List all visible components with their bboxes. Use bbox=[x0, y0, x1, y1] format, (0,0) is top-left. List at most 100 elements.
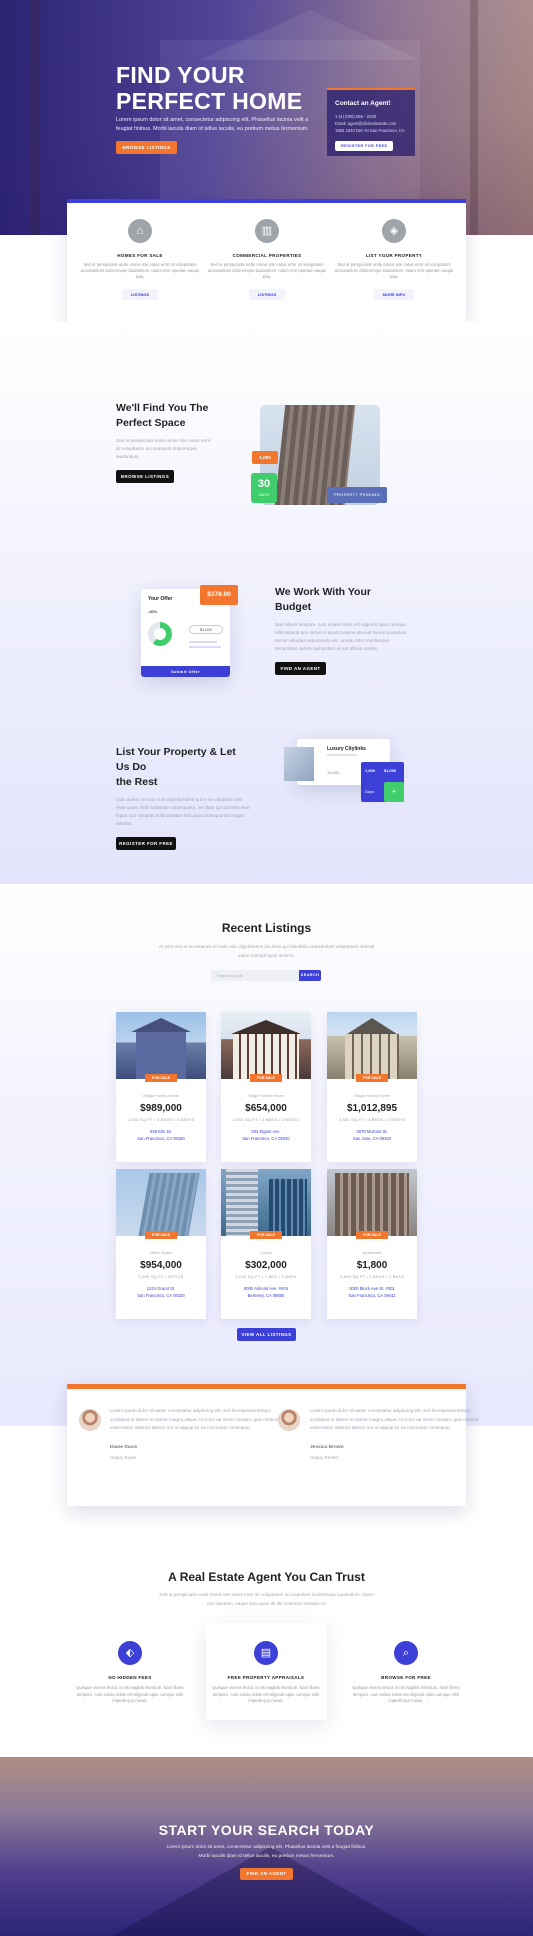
for-sale-tag: FOR SALE bbox=[356, 1074, 388, 1082]
listing-address[interactable]: 504 Elgant Ave. San Francisco, CA 09340 bbox=[221, 1128, 311, 1142]
document-icon: ▤ bbox=[254, 1641, 278, 1665]
listing-price: $1,012,895 bbox=[346, 1103, 398, 1114]
contact-agent-box: Contact an Agent! 1-(4) (000) 555 - 2039… bbox=[327, 88, 415, 156]
offer-percent: -40% bbox=[148, 609, 158, 614]
testimonial-name: Diane Davis bbox=[110, 1444, 138, 1450]
listing-type: Apartment bbox=[362, 1250, 382, 1255]
property-pending-badge: PROPERTY PENDING bbox=[327, 487, 387, 503]
contact-email: Email: agent@divirealestate.com bbox=[335, 121, 397, 126]
building-icon: ▥ bbox=[255, 219, 279, 243]
listings-button[interactable]: LISTINGS bbox=[248, 289, 286, 300]
tag-icon: ⬖ bbox=[118, 1641, 142, 1665]
service-text: Sed ut perspiciatis unde omnis iste natu… bbox=[207, 262, 327, 279]
listing-address[interactable]: 1224 Grand St. San Francisco, CA 09320 bbox=[116, 1285, 206, 1299]
listing-specs: 1,000 SQ.FT • 1 BED • 1 BATH bbox=[235, 1275, 297, 1279]
days-label: DAYS bbox=[258, 493, 270, 497]
for-sale-tag: FOR SALE bbox=[356, 1231, 388, 1239]
offer-price: $378.00 bbox=[200, 585, 238, 605]
stat-badge: 1,000 bbox=[252, 451, 278, 464]
avatar bbox=[278, 1409, 300, 1431]
listing-specs: 2,500 SQ.FT • 3 BEDS • 2 BATHS bbox=[127, 1118, 195, 1122]
browse-listings-button[interactable]: BROWSE LISTINGS bbox=[116, 141, 177, 154]
listing-address[interactable]: 999 Elm Dr. San Francisco, CA 09340 bbox=[116, 1128, 206, 1142]
search-input[interactable]: Search by City bbox=[211, 970, 299, 981]
trust-subtitle: Sed ut perspiciatis unde omnis iste natu… bbox=[159, 1592, 374, 1606]
feature-text: Quis autem vel eum iure reprehenderit qu… bbox=[116, 797, 250, 826]
add-icon[interactable]: + bbox=[384, 782, 404, 802]
service-title: HOMES FOR SALE bbox=[117, 253, 163, 258]
trust-item: ⬖ NO HIDDEN FEES Quisque viverra lectus … bbox=[70, 1641, 190, 1705]
feature-perfect-space: We'll Find You The Perfect Space Sed ut … bbox=[116, 401, 216, 483]
service-list-property: ◈ LIST YOUR PROPERTY Sed ut perspiciatis… bbox=[334, 219, 454, 301]
testimonial-name: Jessica Brown bbox=[310, 1444, 344, 1450]
listing-type: Single Family Home bbox=[248, 1093, 284, 1098]
find-agent-button[interactable]: FIND AN AGENT bbox=[275, 662, 326, 675]
listing-meta: 10,000 bbox=[327, 770, 340, 775]
listing-type: Condo bbox=[260, 1250, 272, 1255]
listing-card[interactable]: FOR SALE Single Family Home $989,000 2,5… bbox=[116, 1012, 206, 1162]
hero-title: FIND YOUR PERFECT HOME bbox=[116, 62, 303, 114]
offer-donut bbox=[148, 622, 172, 646]
more-info-button[interactable]: MORE INFO bbox=[373, 289, 415, 300]
listing-photo bbox=[327, 1169, 417, 1236]
listing-specs: 2,000 SQ.FT • 3 BEDS • 2 BATHS bbox=[232, 1118, 300, 1122]
shield-icon: ◈ bbox=[382, 219, 406, 243]
listing-address[interactable]: 0000 Almond Ave. #404 Berkeley, CA 09880 bbox=[221, 1285, 311, 1299]
testimonials-card: Lorem ipsum dolor sit amet, consectetur … bbox=[67, 1384, 479, 1506]
trust-item-text: Quisque viverra lectus in nisi sagittis … bbox=[212, 1685, 320, 1703]
view-all-listings-button[interactable]: VIEW ALL LISTINGS bbox=[237, 1328, 296, 1341]
search-button[interactable]: SEARCH bbox=[299, 970, 321, 981]
submit-offer-button[interactable]: Submit Offer bbox=[141, 666, 230, 677]
house-icon: ⌂ bbox=[128, 219, 152, 243]
listing-photo bbox=[327, 1012, 417, 1079]
tree-trunk-right bbox=[470, 0, 478, 235]
find-agent-cta-button[interactable]: FIND AN AGENT bbox=[240, 1868, 293, 1880]
contact-phone: 1-(4) (000) 555 - 2039 bbox=[335, 114, 376, 119]
listing-specs: 1,000 SQ.FT • 2 BEDS • 1 BATH bbox=[340, 1275, 404, 1279]
listings-button[interactable]: LISTINGS bbox=[121, 289, 159, 300]
service-title: COMMERCIAL PROPERTIES bbox=[232, 253, 302, 258]
listing-type: Office Space bbox=[149, 1250, 173, 1255]
service-title: LIST YOUR PROPERTY bbox=[365, 253, 423, 258]
listing-price: $954,000 bbox=[140, 1260, 182, 1271]
listings-title: Recent Listings bbox=[221, 921, 312, 935]
search-icon: ⌕ bbox=[394, 1641, 418, 1665]
feature-list-property: List Your Property & Let Us Do the Rest … bbox=[116, 745, 251, 850]
listing-address[interactable]: 3078 Morrant St. San Jose, CA 09340 bbox=[327, 1128, 417, 1142]
service-homes: ⌂ HOMES FOR SALE Sed ut perspiciatis und… bbox=[80, 219, 200, 301]
listing-card[interactable]: FOR SALE Apartment $1,800 1,000 SQ.FT • … bbox=[327, 1169, 417, 1319]
listing-card[interactable]: FOR SALE Single Family Home $654,000 2,0… bbox=[221, 1012, 311, 1162]
days-badge: 30 DAYS bbox=[251, 473, 277, 503]
testimonial-role: Happy Renter bbox=[310, 1454, 339, 1460]
listing-card[interactable]: FOR SALE Single Family Home $1,012,895 3… bbox=[327, 1012, 417, 1162]
offer-amount[interactable]: $1,000 bbox=[189, 625, 223, 634]
testimonial-text: Lorem ipsum dolor sit amet, consectetur … bbox=[110, 1408, 279, 1430]
cta-section: START YOUR SEARCH TODAY Lorem ipsum dolo… bbox=[0, 1757, 533, 1936]
feature-title: We Work With Your Budget bbox=[275, 586, 371, 613]
trust-item-title: FREE PROPERTY APPRAISALS bbox=[227, 1675, 305, 1680]
hero-subtitle: Lorem ipsum dolor sit amet, consectetur … bbox=[116, 117, 309, 132]
listing-card[interactable]: FOR SALE Office Space $954,000 2,000 SQ.… bbox=[116, 1169, 206, 1319]
trust-item-title: BROWSE FOR FREE bbox=[381, 1675, 431, 1680]
listing-type: Single Family Home bbox=[354, 1093, 390, 1098]
listing-photo bbox=[116, 1169, 206, 1236]
listing-specs: 3,500 SQ.FT • 4 BEDS • 3 BATHS bbox=[338, 1118, 406, 1122]
feature-text: Sed ut perspiciatis unde omnis iste natu… bbox=[116, 438, 211, 459]
trust-item: ▤ FREE PROPERTY APPRAISALS Quisque viver… bbox=[206, 1641, 326, 1705]
for-sale-tag: FOR SALE bbox=[145, 1231, 177, 1239]
trust-item: ⌕ BROWSE FOR FREE Quisque viverra lectus… bbox=[346, 1641, 466, 1705]
register-button[interactable]: REGISTER FOR FREE bbox=[335, 141, 394, 151]
tree-trunk bbox=[30, 0, 40, 235]
listing-card[interactable]: FOR SALE Condo $302,000 1,000 SQ.FT • 1 … bbox=[221, 1169, 311, 1319]
listing-photo bbox=[221, 1012, 311, 1079]
listing-thumb bbox=[284, 747, 314, 781]
browse-listings-button-2[interactable]: BROWSE LISTINGS bbox=[116, 470, 174, 483]
testimonial: Lorem ipsum dolor sit amet, consectetur … bbox=[310, 1407, 490, 1460]
listing-address[interactable]: 0000 Block Ave St. #301 San Francisco, CA… bbox=[327, 1285, 417, 1299]
trust-item-title: NO HIDDEN FEES bbox=[108, 1675, 152, 1680]
avatar bbox=[79, 1409, 101, 1431]
listing-photo bbox=[221, 1169, 311, 1236]
feature-budget: We Work With Your Budget Nam libero temp… bbox=[275, 585, 410, 675]
services-card: ⌂ HOMES FOR SALE Sed ut perspiciatis und… bbox=[67, 199, 466, 322]
register-free-button[interactable]: REGISTER FOR FREE bbox=[116, 837, 176, 850]
